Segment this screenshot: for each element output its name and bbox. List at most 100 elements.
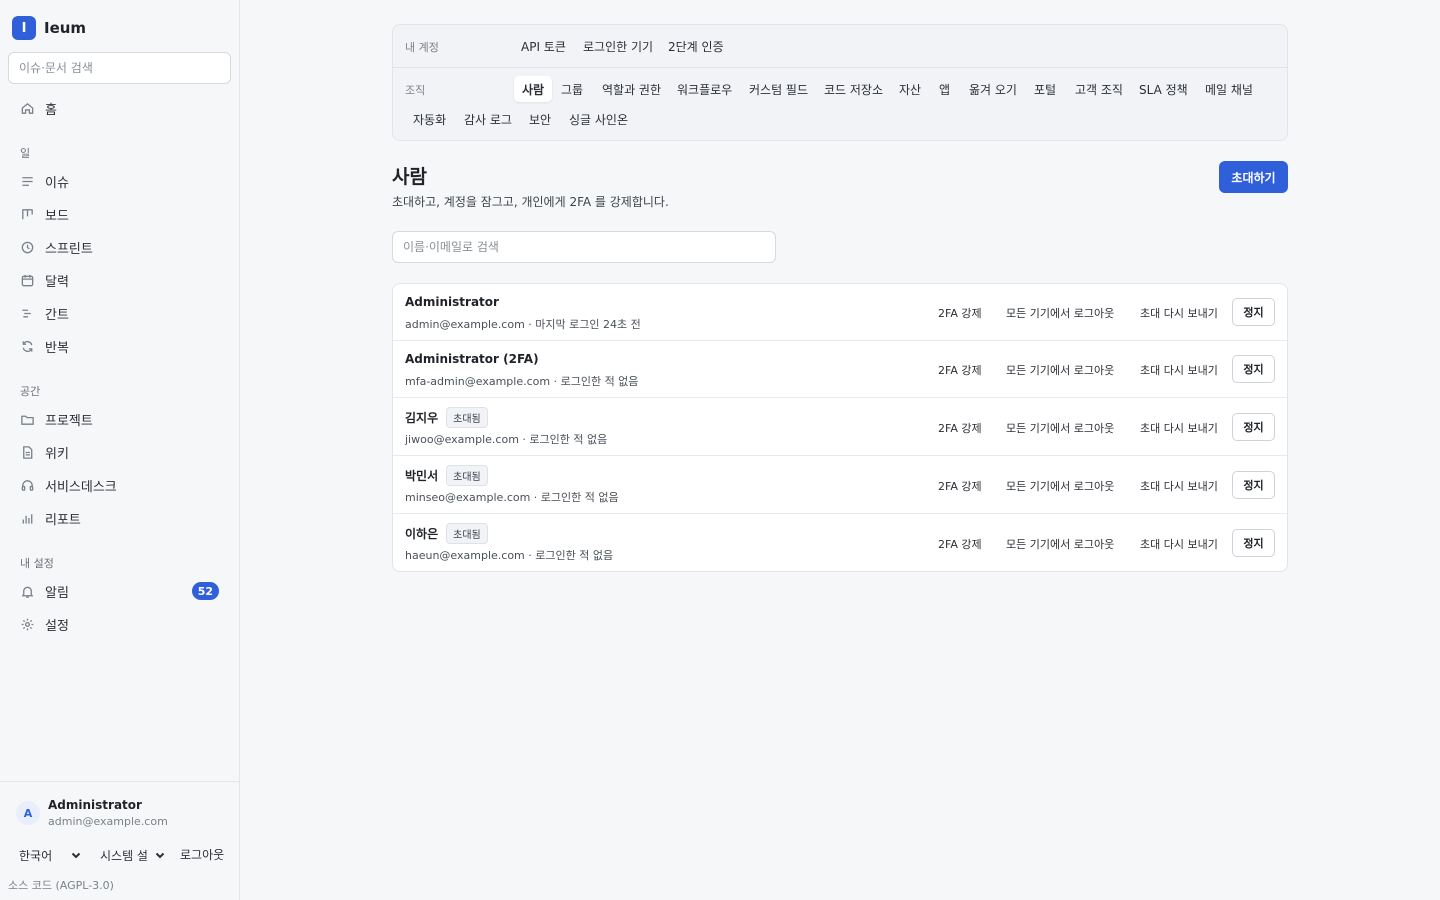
sidebar-item-label: 프로젝트 <box>45 413 93 429</box>
person-name: 이하은 초대됨 <box>405 523 488 544</box>
headset-icon <box>21 479 34 491</box>
page-subtitle: 초대하고, 계정을 잠그고, 개인에게 2FA 를 강제합니다. <box>392 195 669 209</box>
user-name: Administrator <box>48 798 142 812</box>
folder-icon <box>21 415 34 425</box>
tab-apps[interactable]: 앱 <box>931 76 958 102</box>
page-title: 사람 <box>392 166 427 188</box>
sidebar-item-label: 반복 <box>45 340 69 356</box>
logout-all-devices-button[interactable]: 모든 기기에서 로그아웃 <box>1006 478 1114 494</box>
tab-group-org-label: 조직 <box>405 84 426 97</box>
sidebar-item-home[interactable]: 홈 <box>12 94 228 122</box>
sidebar-item-label: 알림 <box>45 585 69 601</box>
tab-portal[interactable]: 포털 <box>1026 76 1064 102</box>
sidebar-section-my-settings: 내 설정 <box>20 557 54 570</box>
invite-button[interactable]: 초대하기 <box>1219 161 1288 193</box>
sidebar-item-label: 설정 <box>45 618 69 634</box>
invited-badge: 초대됨 <box>446 465 488 486</box>
sidebar-search-input[interactable] <box>8 52 231 84</box>
sidebar-item-label: 보드 <box>45 208 69 224</box>
tab-audit-log[interactable]: 감사 로그 <box>456 106 520 132</box>
sidebar-item-recurring[interactable]: 반복 <box>12 332 228 360</box>
logout-all-devices-button[interactable]: 모든 기기에서 로그아웃 <box>1006 305 1114 321</box>
resend-invite-button[interactable]: 초대 다시 보내기 <box>1140 478 1218 494</box>
resend-invite-button[interactable]: 초대 다시 보내기 <box>1140 362 1218 378</box>
tab-people[interactable]: 사람 <box>514 76 553 102</box>
suspend-button[interactable]: 정지 <box>1232 529 1275 557</box>
sidebar-item-label: 달력 <box>45 274 69 290</box>
repeat-icon <box>22 340 33 352</box>
tab-two-factor[interactable]: 2단계 인증 <box>660 33 732 59</box>
force-2fa-button[interactable]: 2FA 강제 <box>938 362 982 378</box>
tab-automation[interactable]: 자동화 <box>405 106 454 132</box>
person-meta: minseo@example.com · 로그인한 적 없음 <box>405 491 619 504</box>
table-row: Administrator (2FA) mfa-admin@example.co… <box>393 341 1287 398</box>
sidebar-item-reports[interactable]: 리포트 <box>12 504 228 532</box>
sidebar-item-projects[interactable]: 프로젝트 <box>12 405 228 433</box>
source-license-link[interactable]: 소스 코드 (AGPL-3.0) <box>8 877 114 893</box>
suspend-button[interactable]: 정지 <box>1232 471 1275 499</box>
tab-custom-fields[interactable]: 커스텀 필드 <box>741 76 816 102</box>
sidebar-item-settings[interactable]: 설정 <box>12 610 228 638</box>
board-icon <box>22 208 33 219</box>
sidebar-item-issues[interactable]: 이슈 <box>12 167 228 195</box>
tab-group-account-label: 내 계정 <box>405 41 439 54</box>
chevron-down-icon <box>155 852 165 859</box>
tab-mail-channels[interactable]: 메일 채널 <box>1197 76 1261 102</box>
logout-all-devices-button[interactable]: 모든 기기에서 로그아웃 <box>1006 420 1114 436</box>
notification-count-badge: 52 <box>191 582 219 600</box>
person-meta: jiwoo@example.com · 로그인한 적 없음 <box>405 433 608 446</box>
resend-invite-button[interactable]: 초대 다시 보내기 <box>1140 305 1218 321</box>
tab-api-tokens[interactable]: API 토큰 <box>513 33 574 59</box>
tab-import[interactable]: 옮겨 오기 <box>961 76 1025 102</box>
logout-button[interactable]: 로그아웃 <box>180 846 224 863</box>
sidebar-item-service-desk[interactable]: 서비스데스크 <box>12 471 228 499</box>
person-name-text: 박민서 <box>405 469 439 483</box>
table-row: 김지우 초대됨 jiwoo@example.com · 로그인한 적 없음 2F… <box>393 398 1287 456</box>
theme-select-value: 시스템 설 <box>100 848 148 863</box>
language-select[interactable]: 한국어 <box>19 846 82 864</box>
tab-sla-policies[interactable]: SLA 정책 <box>1131 76 1196 102</box>
logout-all-devices-button[interactable]: 모든 기기에서 로그아웃 <box>1006 536 1114 552</box>
people-search-input[interactable] <box>392 231 776 263</box>
sidebar-item-notifications[interactable]: 알림 52 <box>12 577 228 605</box>
settings-tabs: 내 계정 API 토큰 로그인한 기기 2단계 인증 조직 사람 그룹 역할과 … <box>392 24 1288 141</box>
brand-logo: I <box>12 16 36 40</box>
force-2fa-button[interactable]: 2FA 강제 <box>938 305 982 321</box>
gantt-icon <box>22 309 31 317</box>
sidebar-item-label: 간트 <box>45 307 69 323</box>
suspend-button[interactable]: 정지 <box>1232 413 1275 441</box>
force-2fa-button[interactable]: 2FA 강제 <box>938 420 982 436</box>
force-2fa-button[interactable]: 2FA 강제 <box>938 536 982 552</box>
force-2fa-button[interactable]: 2FA 강제 <box>938 478 982 494</box>
sidebar-item-sprint[interactable]: 스프린트 <box>12 233 228 261</box>
sidebar-item-gantt[interactable]: 간트 <box>12 299 228 327</box>
tab-code-repositories[interactable]: 코드 저장소 <box>816 76 891 102</box>
tab-single-sign-on[interactable]: 싱글 사인온 <box>561 106 636 132</box>
sidebar-item-label: 리포트 <box>45 512 81 528</box>
tab-security[interactable]: 보안 <box>521 106 559 132</box>
tab-logged-in-devices[interactable]: 로그인한 기기 <box>575 33 661 59</box>
sidebar-item-label: 위키 <box>45 446 69 462</box>
theme-select[interactable]: 시스템 설 <box>100 846 166 864</box>
brand[interactable]: I Ieum <box>12 16 86 40</box>
resend-invite-button[interactable]: 초대 다시 보내기 <box>1140 536 1218 552</box>
sidebar-item-board[interactable]: 보드 <box>12 200 228 228</box>
brand-name: Ieum <box>44 19 87 37</box>
sidebar-item-calendar[interactable]: 달력 <box>12 266 228 294</box>
home-icon <box>21 102 34 114</box>
suspend-button[interactable]: 정지 <box>1232 298 1275 326</box>
suspend-button[interactable]: 정지 <box>1232 355 1275 383</box>
sidebar-item-wiki[interactable]: 위키 <box>12 438 228 466</box>
logout-all-devices-button[interactable]: 모든 기기에서 로그아웃 <box>1006 362 1114 378</box>
tab-customer-orgs[interactable]: 고객 조직 <box>1067 76 1131 102</box>
sidebar-section-space: 공간 <box>20 385 41 398</box>
resend-invite-button[interactable]: 초대 다시 보내기 <box>1140 420 1218 436</box>
tab-workflows[interactable]: 워크플로우 <box>669 76 740 102</box>
tab-groups[interactable]: 그룹 <box>553 76 591 102</box>
invited-badge: 초대됨 <box>446 523 488 544</box>
sidebar-item-label: 이슈 <box>45 175 69 191</box>
avatar[interactable]: A <box>16 801 40 825</box>
tab-assets[interactable]: 자산 <box>891 76 929 102</box>
tab-roles-permissions[interactable]: 역할과 권한 <box>594 76 669 102</box>
sidebar-item-label: 스프린트 <box>45 241 93 257</box>
